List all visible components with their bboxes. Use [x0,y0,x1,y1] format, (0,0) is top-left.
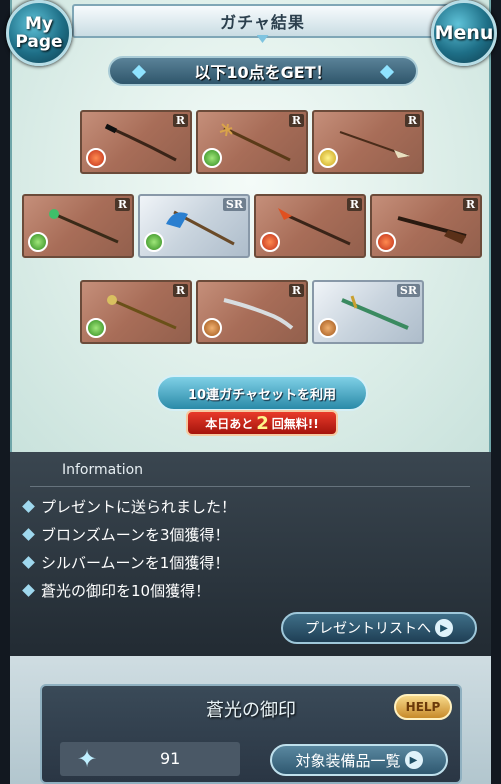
information-title: Information [62,462,144,478]
info-item: シルバームーンを1個獲得！ [22,552,230,573]
help-label: HELP [405,700,441,714]
diamond-bullet-icon [22,556,35,569]
sword-icon [341,295,409,330]
earth-element-icon [318,318,338,338]
arrow-right-icon: ▶ [435,619,453,637]
weapon-card[interactable]: R [196,280,308,344]
sparkle-icon: ✦ [76,745,98,773]
weapon-card[interactable]: R [80,280,192,344]
info-item-text: シルバームーンを1個獲得！ [41,554,230,572]
rarity-badge: R [114,198,130,211]
rarity-badge: R [404,114,420,127]
seal-count-row: ✦ 91 [60,742,240,776]
info-item: ブロンズムーンを3個獲得！ [22,524,230,545]
free-draw-badge: 本日あと 2 回無料!! [186,410,338,436]
info-item-text: 蒼光の御印を10個獲得！ [41,582,211,600]
rarity-badge: SR [396,284,420,297]
rarity-badge: R [462,198,478,211]
wind-element-icon [86,318,106,338]
rarity-badge: R [172,114,188,127]
diamond-bullet-icon [22,500,35,513]
weapon-card[interactable]: R [370,194,482,258]
wind-element-icon [28,232,48,252]
ten-draw-gacha-button[interactable]: 10連ガチャセットを利用 [156,375,368,411]
axe-icon [166,210,235,246]
equipment-list-label: 対象装備品一覧 [295,751,401,770]
spear-icon [278,208,351,246]
free-count: 2 [256,412,269,434]
fire-element-icon [376,232,396,252]
weapon-card[interactable]: R [196,110,308,174]
equipment-list-button[interactable]: 対象装備品一覧 ▶ [270,744,448,776]
menu-button[interactable]: Menu [431,0,497,66]
wind-element-icon [144,232,164,252]
mypage-label: My Page [15,14,63,52]
gem-icon [131,64,147,80]
staff-icon [49,209,119,244]
seal-count: 91 [160,749,181,768]
info-item: 蒼光の御印を10個獲得！ [22,580,211,601]
weapon-card[interactable]: R [80,110,192,174]
weapon-card[interactable]: SR [138,194,250,258]
info-item-text: プレゼントに送られました！ [41,498,237,516]
diamond-bullet-icon [22,528,35,541]
rifle-icon [397,216,467,244]
gacha-button-label: 10連ガチャセットを利用 [188,387,336,403]
help-button[interactable]: HELP [394,694,452,720]
rarity-badge: R [172,284,188,297]
seal-section: 蒼光の御印 HELP ✦ 91 対象装備品一覧 ▶ [10,656,491,784]
present-list-label: プレゼントリストへ [305,621,431,637]
arrow-right-icon: ▶ [404,751,423,769]
weapon-card[interactable]: R [312,110,424,174]
get-banner: 以下10点をGET！ [108,56,418,86]
wind-element-icon [202,148,222,168]
header-bar: ガチャ結果 [72,4,453,43]
present-list-button[interactable]: プレゼントリストへ ▶ [281,612,477,644]
weapon-card[interactable]: R [254,194,366,258]
sword-icon [223,298,294,330]
mypage-button[interactable]: My Page [6,0,72,66]
get-banner-text: 以下10点をGET！ [194,63,332,82]
page-title: ガチャ結果 [220,13,305,32]
info-item: プレゼントに送られました！ [22,496,237,517]
free-suffix: 回無料!! [271,416,319,431]
earth-element-icon [202,318,222,338]
information-panel: Information プレゼントに送られました！ ブロンズムーンを3個獲得！ … [10,452,491,656]
katana-icon [104,123,177,162]
rarity-badge: R [346,198,362,211]
weapon-card[interactable]: SR [312,280,424,344]
fire-element-icon [86,148,106,168]
fire-element-icon [260,232,280,252]
light-element-icon [318,148,338,168]
gem-icon [379,64,395,80]
gacha-result-panel: ガチャ結果 以下10点をGET！ R R R R SR R R R R SR 1… [10,0,491,452]
staff-icon [107,295,177,330]
rarity-badge: SR [222,198,246,211]
weapon-card[interactable]: R [22,194,134,258]
divider [30,486,470,487]
rarity-badge: R [288,114,304,127]
menu-label: Menu [434,22,494,44]
free-prefix: 本日あと [205,416,254,431]
diamond-bullet-icon [22,584,35,597]
seal-box: 蒼光の御印 HELP ✦ 91 対象装備品一覧 ▶ [40,684,462,784]
spear-icon [339,131,410,158]
trident-icon [219,123,291,162]
info-item-text: ブロンズムーンを3個獲得！ [41,526,230,544]
game-frame: ガチャ結果 以下10点をGET！ R R R R SR R R R R SR 1… [0,0,501,784]
rarity-badge: R [288,284,304,297]
header-arrow-icon [256,35,269,43]
